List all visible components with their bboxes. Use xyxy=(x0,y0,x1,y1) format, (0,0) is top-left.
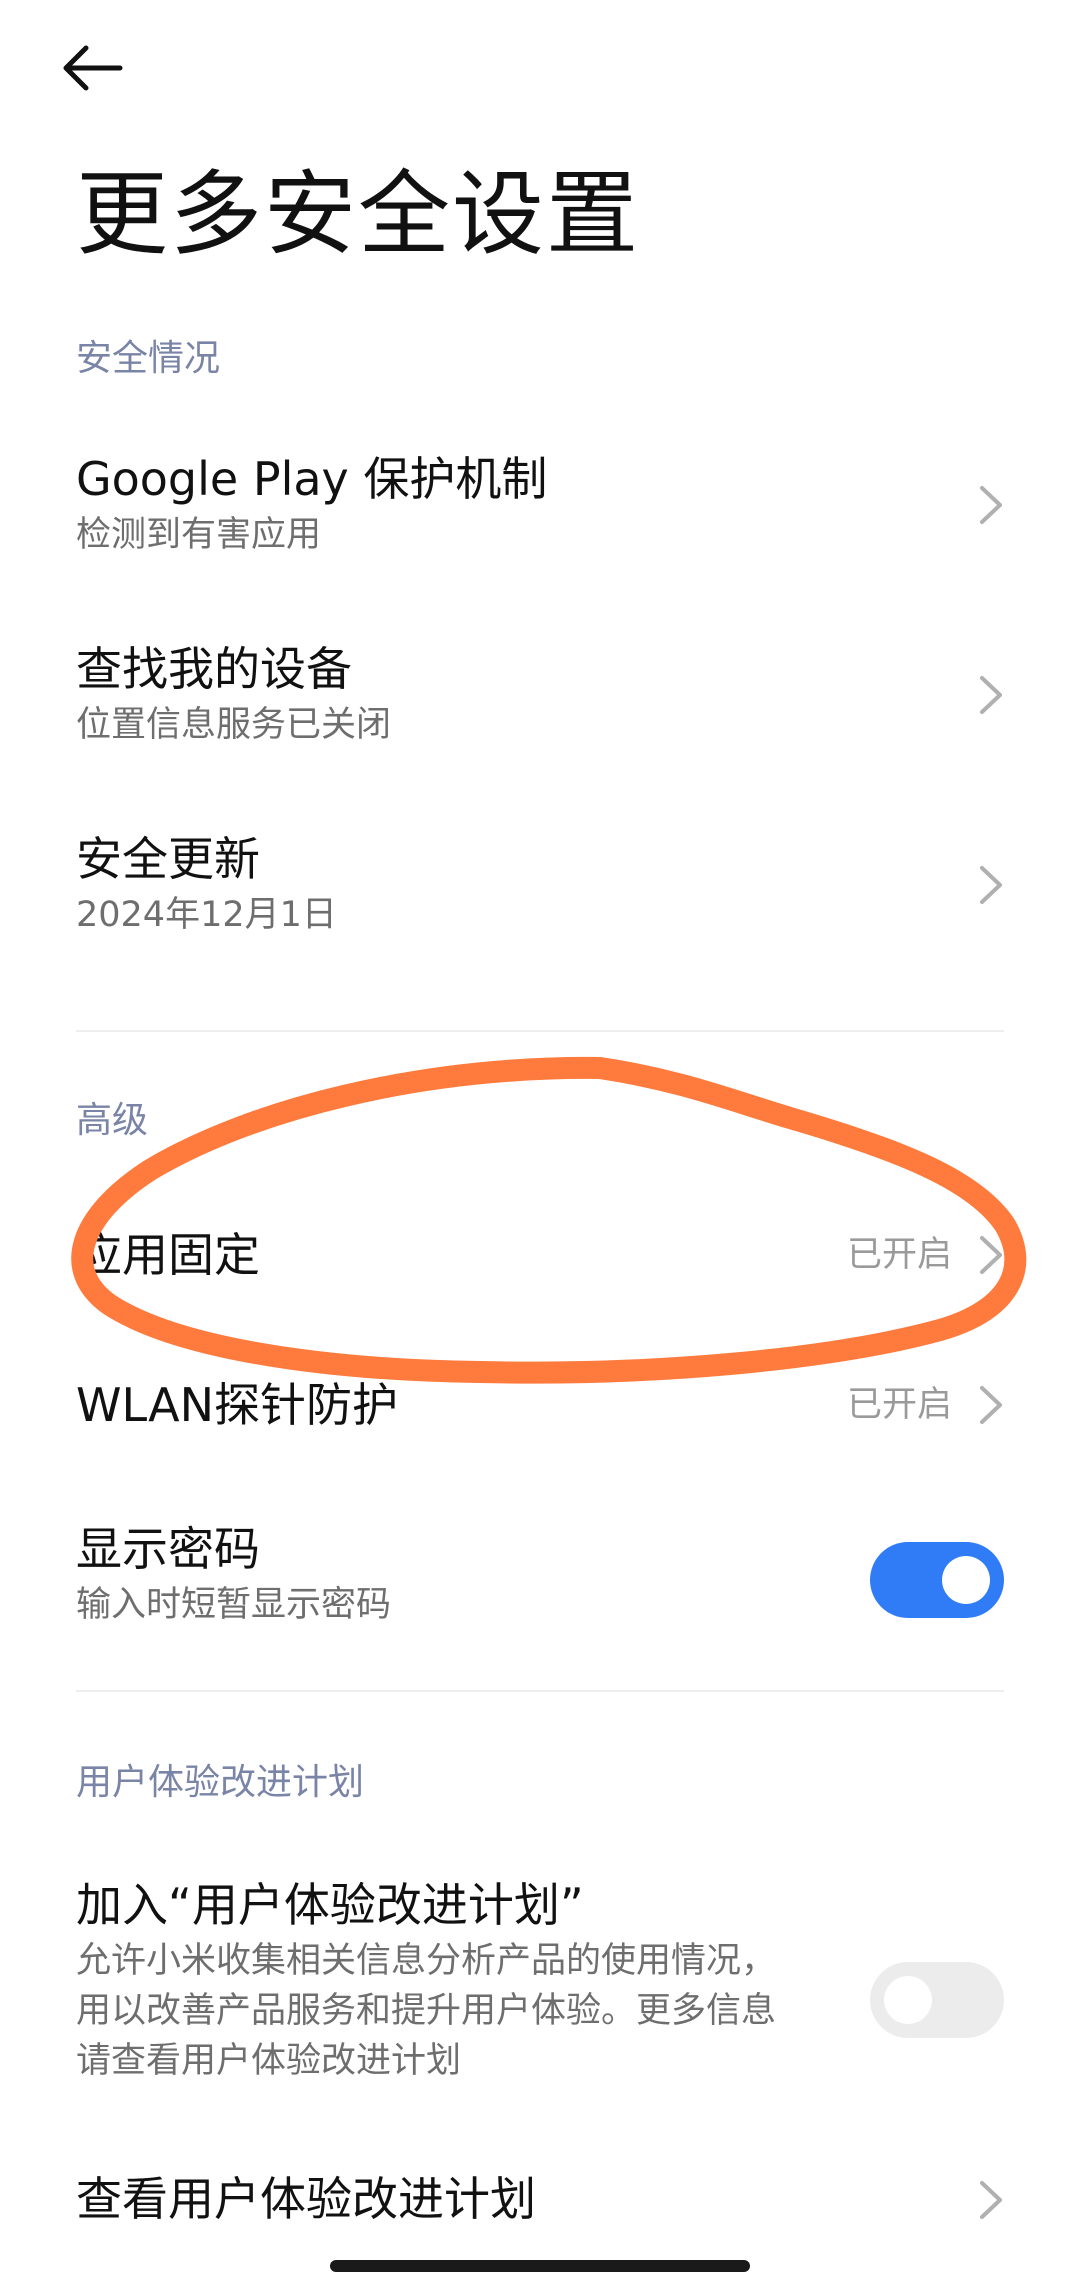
join-ux-program-toggle[interactable] xyxy=(870,1962,1004,2038)
row-title: 查找我的设备 xyxy=(76,642,352,696)
row-value: 已开启 xyxy=(846,1385,952,1425)
back-button[interactable] xyxy=(60,28,160,108)
row-show-password: 显示密码 输入时短暂显示密码 xyxy=(0,1500,1080,1660)
row-subtitle-line-3: 请查看用户体验改进计划 xyxy=(76,2041,462,2081)
row-title: 加入“用户体验改进计划” xyxy=(76,1878,584,1932)
row-title: 安全更新 xyxy=(76,832,260,886)
row-title: 显示密码 xyxy=(76,1522,260,1576)
chevron-right-icon xyxy=(980,866,1002,904)
row-title: 查看用户体验改进计划 xyxy=(76,2172,536,2226)
page-title: 更多安全设置 xyxy=(76,161,641,268)
toggle-knob xyxy=(884,1976,932,2024)
row-subtitle: 输入时短暂显示密码 xyxy=(76,1585,392,1625)
divider xyxy=(76,1690,1004,1692)
arrow-left-icon xyxy=(63,45,123,91)
row-view-ux-program[interactable]: 查看用户体验改进计划 xyxy=(0,2150,1080,2250)
chevron-right-icon xyxy=(980,2181,1002,2219)
row-google-play-protect[interactable]: Google Play 保护机制 检测到有害应用 xyxy=(0,430,1080,590)
chevron-right-icon xyxy=(980,1386,1002,1424)
row-subtitle: 2024年12月1日 xyxy=(76,895,337,935)
section-header-security-status: 安全情况 xyxy=(76,338,221,379)
divider xyxy=(76,1030,1004,1032)
row-title: Google Play 保护机制 xyxy=(76,452,548,506)
row-title: 应用固定 xyxy=(76,1228,260,1282)
chevron-right-icon xyxy=(980,1236,1002,1274)
row-security-update[interactable]: 安全更新 2024年12月1日 xyxy=(0,810,1080,970)
toggle-knob xyxy=(942,1556,990,1604)
section-header-advanced: 高级 xyxy=(76,1100,149,1141)
row-subtitle: 位置信息服务已关闭 xyxy=(76,705,392,745)
chevron-right-icon xyxy=(980,676,1002,714)
row-wlan-probe-protection[interactable]: WLAN探针防护 已开启 xyxy=(0,1340,1080,1470)
row-value: 已开启 xyxy=(846,1235,952,1275)
row-find-my-device[interactable]: 查找我的设备 位置信息服务已关闭 xyxy=(0,620,1080,780)
row-subtitle-line-2: 用以改善产品服务和提升用户体验。更多信息 xyxy=(76,1991,777,2031)
section-header-ux-program: 用户体验改进计划 xyxy=(76,1762,365,1803)
show-password-toggle[interactable] xyxy=(870,1542,1004,1618)
chevron-right-icon xyxy=(980,486,1002,524)
row-title: WLAN探针防护 xyxy=(76,1378,399,1432)
row-subtitle: 检测到有害应用 xyxy=(76,515,322,555)
row-subtitle-line-1: 允许小米收集相关信息分析产品的使用情况， xyxy=(76,1941,777,1981)
row-app-pinning[interactable]: 应用固定 已开启 xyxy=(0,1190,1080,1320)
row-join-ux-program: 加入“用户体验改进计划” 允许小米收集相关信息分析产品的使用情况， 用以改善产品… xyxy=(0,1860,1080,2110)
home-indicator[interactable] xyxy=(330,2260,750,2272)
